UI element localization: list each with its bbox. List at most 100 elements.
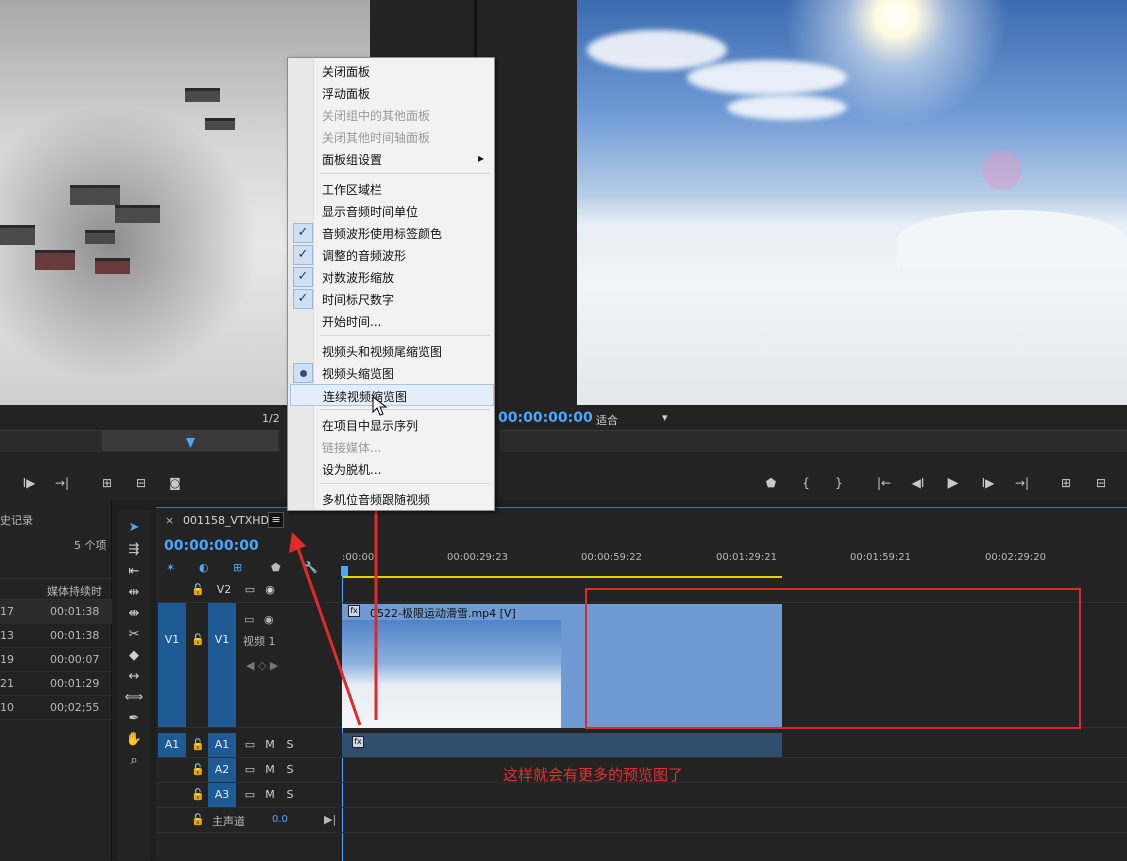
master-label[interactable]: 主声道	[212, 813, 245, 829]
ruler-tick: 00:00:29:23	[447, 552, 509, 563]
razor-blade-icon[interactable]: ◆	[123, 648, 145, 666]
track-name[interactable]: 视频 1	[243, 633, 276, 649]
rolling-edit-icon[interactable]: ⇹	[123, 585, 145, 603]
track-select-icon[interactable]: ⇶	[123, 542, 145, 560]
menu-item-waveform-label-colors[interactable]: ✓ 音频波形使用标签颜色	[290, 222, 494, 244]
mark-out-icon[interactable]: }	[830, 476, 848, 490]
snap-icon[interactable]: ✶	[166, 561, 175, 574]
clip-name: 0522-极限运动滑雪.mp4 [V]	[370, 607, 516, 620]
eye-icon[interactable]: ◉	[264, 613, 274, 626]
selection-tool-icon[interactable]: ➤	[123, 520, 145, 538]
add-marker-icon[interactable]: ⊞	[233, 561, 242, 574]
menu-item-panel-group-settings[interactable]: 面板组设置 ▸	[290, 148, 494, 170]
track-target-v1[interactable]: V1	[208, 603, 236, 727]
insert-icon[interactable]: ⊞	[98, 476, 116, 490]
marker-icon[interactable]: ⬟	[762, 476, 780, 490]
menu-item-float-panel[interactable]: 浮动面板	[290, 82, 494, 104]
lift-icon[interactable]: ⊞	[1057, 476, 1075, 490]
zoom-icon[interactable]: ⌕	[123, 753, 145, 771]
camera-icon[interactable]: ▭	[244, 613, 254, 626]
go-to-out-icon[interactable]: →|	[53, 476, 71, 490]
menu-item-continuous-thumbnails[interactable]: 连续视频缩览图	[290, 384, 494, 406]
clip-thumbnail	[342, 620, 561, 728]
menu-item-reveal-in-project[interactable]: 在项目中显示序列	[290, 414, 494, 436]
menu-item-multicam-audio[interactable]: 多机位音频跟随视频	[290, 488, 494, 510]
audio-clip[interactable]: fx	[342, 733, 782, 757]
ruler-tick: 00:02:29:20	[985, 552, 1047, 563]
fit-dropdown[interactable]: 适合	[596, 412, 618, 428]
program-timecode[interactable]: 00:00:00:00	[498, 410, 593, 426]
step-forward-icon[interactable]: I▶	[979, 476, 997, 490]
menu-item-audio-time-units[interactable]: 显示音频时间单位	[290, 200, 494, 222]
submenu-arrow-icon: ▸	[478, 151, 485, 165]
menu-item-start-time[interactable]: 开始时间...	[290, 310, 494, 332]
chevron-down-icon[interactable]: ▾	[662, 411, 668, 424]
go-to-in-icon[interactable]: |←	[875, 476, 893, 490]
track-target-a2[interactable]: A2	[208, 758, 236, 782]
menu-item-work-area-bar[interactable]: 工作区域栏	[290, 178, 494, 200]
track-target-a1[interactable]: A1	[208, 733, 236, 757]
list-item[interactable]: 19 00:00:07	[0, 648, 112, 672]
mouse-cursor-icon	[372, 396, 388, 416]
solo-button[interactable]: S	[276, 763, 304, 776]
fit-label: 适合	[596, 414, 618, 427]
column-header[interactable]: 媒体持续时	[47, 583, 102, 599]
source-resolution[interactable]: 1/2	[262, 412, 280, 425]
list-item[interactable]: 13 00:01:38	[0, 624, 112, 648]
source-patch-v1[interactable]: V1	[158, 603, 186, 727]
source-patch-a1[interactable]: A1	[158, 733, 186, 757]
lock-icon[interactable]: 🔓	[184, 813, 212, 826]
play-icon[interactable]: ▶	[944, 475, 962, 491]
program-ruler[interactable]	[500, 430, 1127, 452]
eye-icon[interactable]: ◉	[256, 583, 284, 596]
timeline-timecode[interactable]: 00:00:00:00	[164, 538, 259, 554]
marker-icon[interactable]: ⬟	[271, 561, 281, 574]
razor-icon[interactable]: ✂	[123, 627, 145, 645]
solo-button[interactable]: S	[276, 738, 304, 751]
list-item[interactable]: 10 00;02;55	[0, 696, 112, 720]
lock-icon[interactable]: 🔓	[184, 583, 212, 596]
program-monitor-video	[577, 0, 1127, 405]
extract-icon[interactable]: ⊟	[1092, 476, 1110, 490]
menu-item-rectified-waveforms[interactable]: ✓ 调整的音频波形	[290, 244, 494, 266]
hand-icon[interactable]: ✋	[123, 732, 145, 750]
history-panel: 史记录 5 个项 媒体持续时 17 00:01:38 13 00:01:38 19 0…	[0, 500, 112, 860]
menu-item-time-ruler-numbers[interactable]: ✓ 时间标尺数字	[290, 288, 494, 310]
panel-menu-icon[interactable]: ≡	[268, 512, 284, 528]
menu-item-head-thumbnails[interactable]: 视频头缩览图	[290, 362, 494, 384]
camera-icon[interactable]: ◙	[166, 476, 184, 490]
overwrite-icon[interactable]: ⊟	[132, 476, 150, 490]
slip-icon[interactable]: ↔	[123, 669, 145, 687]
list-item[interactable]: 17 00:01:38	[0, 600, 112, 624]
snow-hill	[897, 210, 1127, 270]
slide-icon[interactable]: ⟺	[123, 690, 145, 708]
solo-button[interactable]: S	[276, 788, 304, 801]
house	[35, 250, 75, 270]
master-volume[interactable]: 0.0	[272, 814, 288, 825]
keyframe-nav-icon[interactable]: ◀ ◇ ▶	[246, 659, 278, 672]
menu-item-log-waveform-scaling[interactable]: ✓ 对数波形缩放	[290, 266, 494, 288]
list-item[interactable]: 21 00:01:29	[0, 672, 112, 696]
panel-title[interactable]: 史记录	[0, 512, 33, 528]
step-back-icon[interactable]: ◀I	[909, 476, 927, 490]
sequence-tab[interactable]: 001158_VTXHD	[183, 514, 269, 527]
wrench-icon[interactable]: 🔧	[304, 561, 318, 574]
menu-item-make-offline[interactable]: 设为脱机...	[290, 458, 494, 480]
playhead[interactable]	[341, 566, 348, 576]
go-to-out-icon[interactable]: →|	[1013, 476, 1031, 490]
pen-icon[interactable]: ✒	[123, 711, 145, 729]
go-to-end-icon[interactable]: ▶|	[324, 813, 336, 826]
ripple-edit-icon[interactable]: ⇤	[123, 564, 145, 582]
play-in-to-out-icon[interactable]: I▶	[20, 476, 38, 490]
track-target-a3[interactable]: A3	[208, 783, 236, 807]
time-ruler[interactable]: :00:00 00:00:29:23 00:00:59:22 00:01:29:…	[341, 546, 1127, 578]
menu-item-close-panel[interactable]: 关闭面板	[290, 60, 494, 82]
menu-item-head-tail-thumbnails[interactable]: 视频头和视频尾缩览图	[290, 340, 494, 362]
linked-selection-icon[interactable]: ◐	[199, 561, 209, 574]
track-label[interactable]: V2	[210, 583, 238, 596]
source-ruler[interactable]	[0, 430, 280, 452]
mark-in-icon[interactable]: {	[797, 476, 815, 490]
rate-stretch-icon[interactable]: ⇼	[123, 606, 145, 624]
close-tab-icon[interactable]: ×	[165, 514, 174, 527]
menu-separator	[320, 173, 490, 174]
